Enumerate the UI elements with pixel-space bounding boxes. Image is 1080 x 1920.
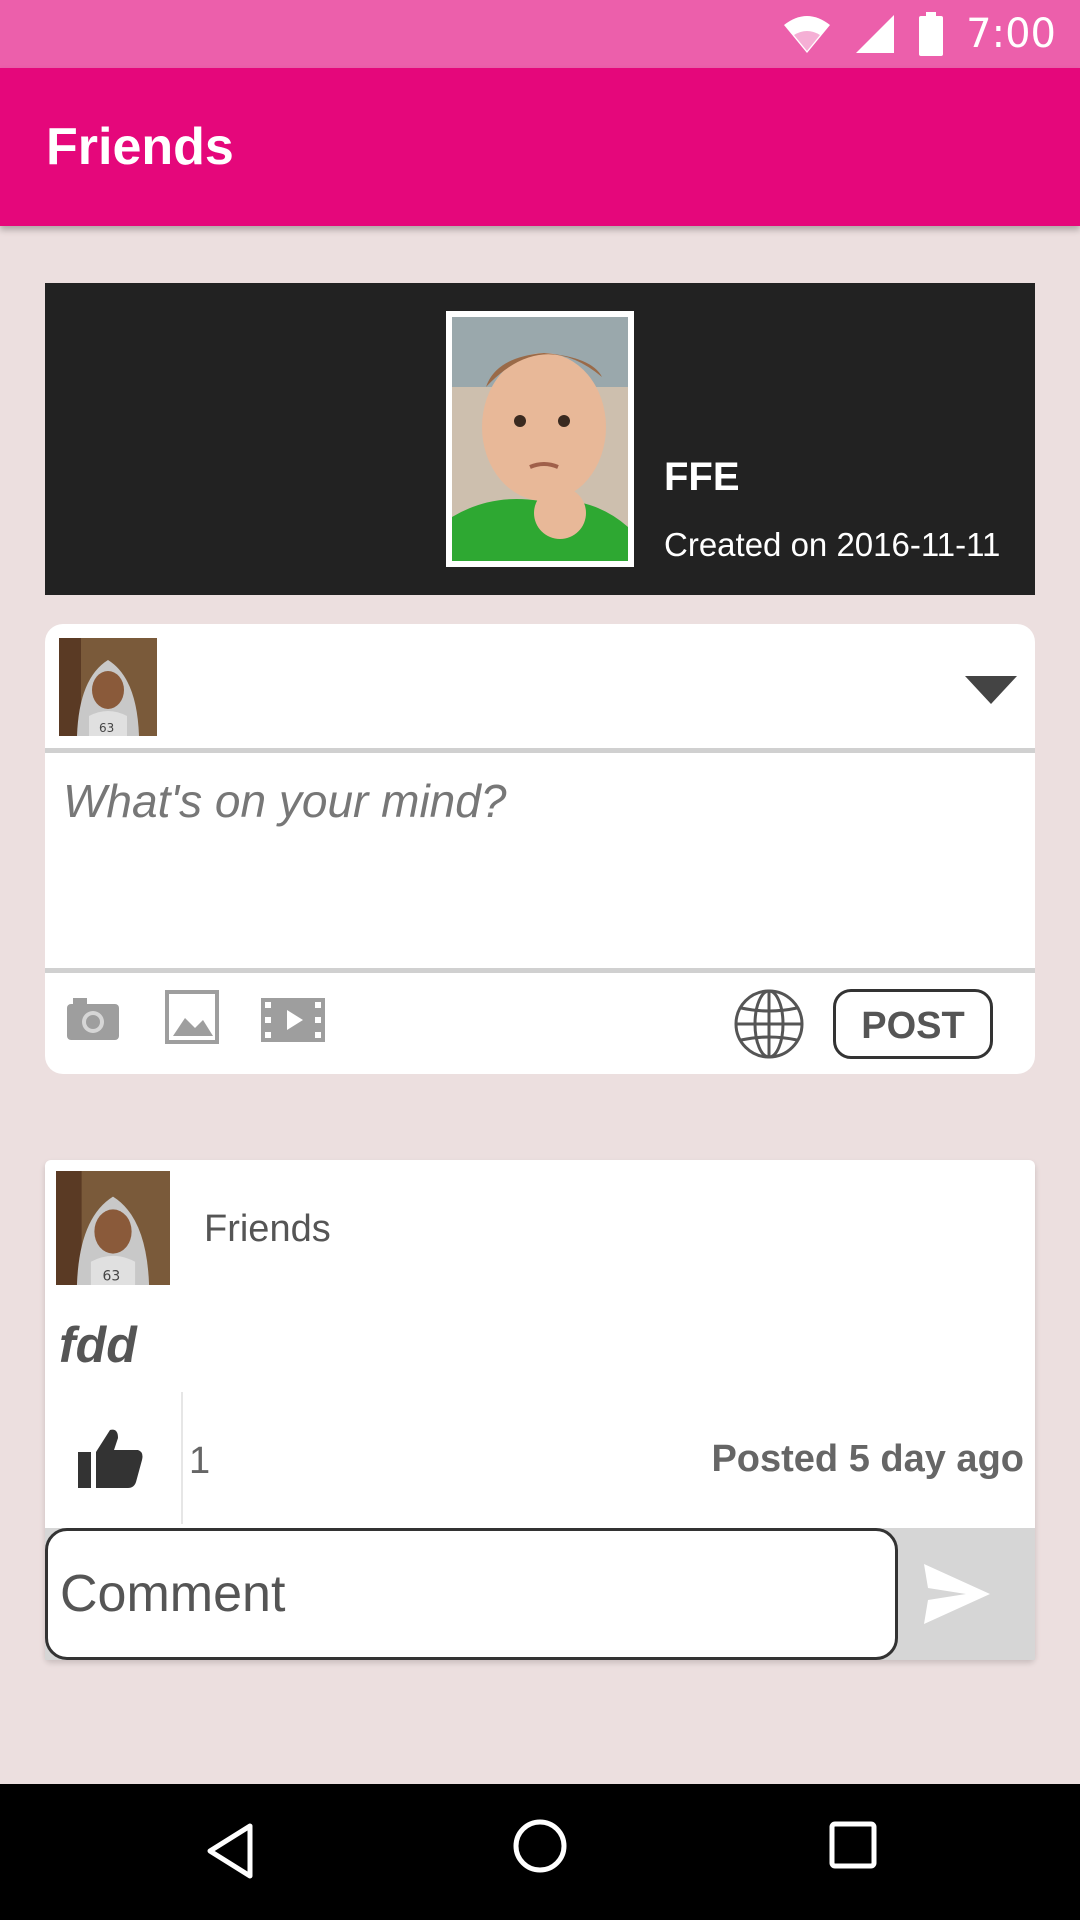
svg-text:63: 63 [103, 1268, 121, 1284]
status-bar: 7:00 [0, 0, 1080, 68]
recents-icon[interactable] [828, 1820, 878, 1875]
globe-icon[interactable] [733, 988, 805, 1065]
back-icon[interactable] [204, 1822, 256, 1885]
divider [45, 968, 1035, 973]
wifi-icon [782, 13, 832, 55]
image-icon[interactable] [165, 990, 219, 1049]
feed-post: 63 Friends fdd 1 Posted 5 day ago [45, 1160, 1035, 1660]
status-input[interactable] [45, 754, 1035, 964]
comment-row [45, 1528, 1035, 1660]
video-icon[interactable] [261, 998, 325, 1047]
send-icon[interactable] [922, 1562, 992, 1626]
camera-icon[interactable] [65, 994, 121, 1047]
like-icon[interactable] [78, 1428, 144, 1493]
svg-text:63: 63 [99, 721, 114, 735]
post-text: fdd [59, 1317, 137, 1373]
home-icon[interactable] [512, 1818, 568, 1879]
post-button[interactable]: POST [833, 989, 993, 1059]
group-name: FFE [664, 455, 740, 499]
group-photo[interactable] [446, 311, 634, 567]
group-header: FFE Created on 2016-11-11 [45, 283, 1035, 595]
divider [45, 748, 1035, 753]
baby-photo [452, 317, 628, 561]
app-bar: Friends [0, 68, 1080, 226]
posted-time: Posted 5 day ago [711, 1438, 1024, 1480]
status-time: 7:00 [966, 11, 1056, 57]
avatar[interactable]: 63 [59, 638, 157, 736]
navigation-bar [0, 1784, 1080, 1920]
chevron-down-icon [965, 676, 1017, 704]
battery-icon [918, 12, 944, 56]
avatar[interactable]: 63 [56, 1171, 170, 1285]
page-title: Friends [46, 118, 234, 176]
like-count: 1 [189, 1440, 211, 1482]
signal-icon [854, 13, 896, 55]
audience-dropdown[interactable] [961, 670, 1021, 710]
group-created-date: Created on 2016-11-11 [664, 526, 1001, 563]
post-composer: 63 What's on your mind? POST [45, 624, 1035, 1074]
post-author: Friends [204, 1208, 331, 1250]
comment-input[interactable] [45, 1528, 898, 1660]
